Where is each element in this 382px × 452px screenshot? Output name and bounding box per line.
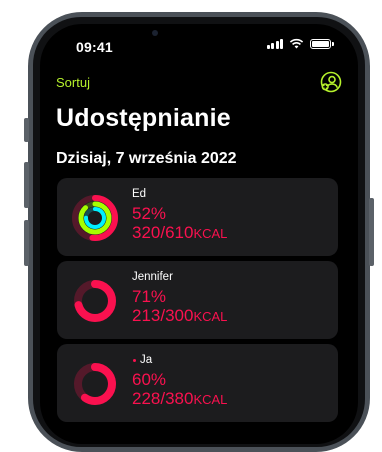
activity-rings-icon [72, 195, 118, 241]
friend-card-ja[interactable]: Ja 60% 228/380KCAL [57, 344, 338, 422]
move-calories: 213/300KCAL [132, 306, 227, 326]
activity-ring-icon [74, 280, 116, 322]
battery-tip [332, 41, 334, 46]
kcal-unit: KCAL [193, 392, 228, 407]
move-percent: 52% [132, 204, 167, 223]
date-header: Dzisiaj, 7 września 2022 [56, 150, 237, 167]
volume-up-button [24, 162, 29, 208]
screen: 09:41 Sortuj Udostępnianie Dzisiaj, 7 wr… [40, 24, 358, 444]
move-percent: 71% [132, 287, 167, 306]
wifi-icon [289, 38, 304, 49]
battery-icon [310, 38, 331, 49]
friend-card-jennifer[interactable]: Jennifer 71% 213/300KCAL [57, 261, 338, 339]
friend-card-ed[interactable]: Ed 52% 320/610KCAL [57, 178, 338, 256]
signal-icon [266, 38, 283, 49]
kcal-unit: KCAL [193, 309, 228, 324]
page-title: Udostępnianie [56, 104, 231, 132]
kcal-value: 213/300 [132, 306, 194, 325]
notch [144, 24, 254, 54]
kcal-unit: KCAL [193, 226, 228, 241]
friend-name: Ed [132, 188, 147, 200]
activity-ring-icon [74, 363, 116, 405]
side-button [24, 118, 29, 142]
move-calories: 228/380KCAL [132, 389, 227, 409]
status-icons [266, 38, 334, 49]
sort-button[interactable]: Sortuj [56, 75, 90, 90]
move-percent: 60% [132, 370, 167, 389]
kcal-value: 228/380 [132, 389, 194, 408]
camera-icon [152, 30, 158, 36]
friend-name: Ja [140, 354, 153, 366]
friend-name: Jennifer [132, 271, 173, 283]
volume-down-button [24, 220, 29, 266]
status-time: 09:41 [76, 39, 113, 55]
self-indicator-dot [133, 359, 136, 362]
move-calories: 320/610KCAL [132, 223, 227, 243]
person-add-icon[interactable] [320, 71, 342, 93]
kcal-value: 320/610 [132, 223, 194, 242]
power-button [369, 198, 374, 266]
